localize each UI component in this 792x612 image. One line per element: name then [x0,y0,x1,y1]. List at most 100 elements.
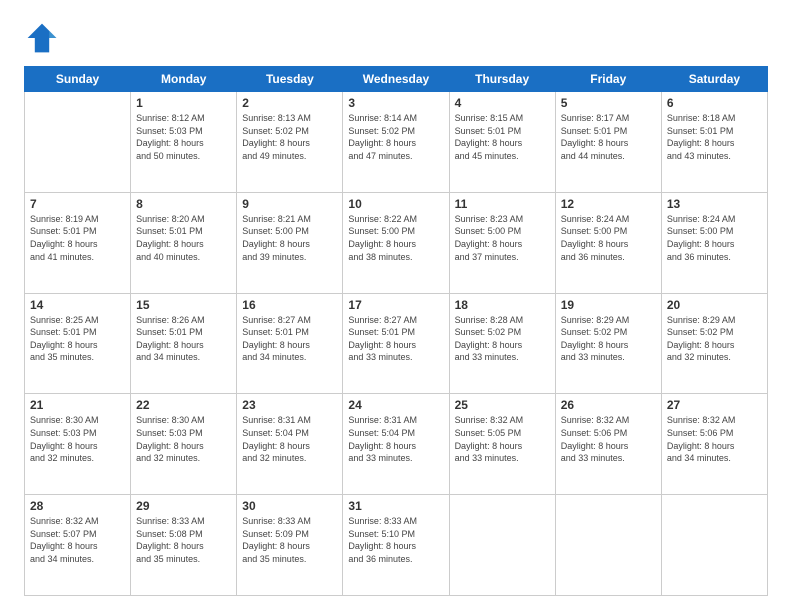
weekday-header-wednesday: Wednesday [343,67,449,92]
day-cell-5: 5 Sunrise: 8:17 AM Sunset: 5:01 PM Daylig… [555,92,661,193]
week-row-3: 14 Sunrise: 8:25 AM Sunset: 5:01 PM Dayli… [25,293,768,394]
day-info: Sunrise: 8:24 AM Sunset: 5:00 PM Dayligh… [561,213,656,263]
weekday-header-thursday: Thursday [449,67,555,92]
day-info: Sunrise: 8:32 AM Sunset: 5:05 PM Dayligh… [455,414,550,464]
day-info: Sunrise: 8:21 AM Sunset: 5:00 PM Dayligh… [242,213,337,263]
day-info: Sunrise: 8:17 AM Sunset: 5:01 PM Dayligh… [561,112,656,162]
day-cell-26: 26 Sunrise: 8:32 AM Sunset: 5:06 PM Dayli… [555,394,661,495]
day-number: 27 [667,398,762,412]
day-info: Sunrise: 8:13 AM Sunset: 5:02 PM Dayligh… [242,112,337,162]
day-number: 21 [30,398,125,412]
day-cell-8: 8Sunrise: 8:20 AM Sunset: 5:01 PM Daylig… [131,192,237,293]
day-number: 24 [348,398,443,412]
day-number: 2 [242,96,337,110]
day-info: Sunrise: 8:33 AM Sunset: 5:08 PM Dayligh… [136,515,231,565]
day-number: 26 [561,398,656,412]
day-info: Sunrise: 8:31 AM Sunset: 5:04 PM Dayligh… [242,414,337,464]
day-info: Sunrise: 8:26 AM Sunset: 5:01 PM Dayligh… [136,314,231,364]
day-cell-20: 20 Sunrise: 8:29 AM Sunset: 5:02 PM Dayli… [661,293,767,394]
day-info: Sunrise: 8:24 AM Sunset: 5:00 PM Dayligh… [667,213,762,263]
day-cell-24: 24 Sunrise: 8:31 AM Sunset: 5:04 PM Dayli… [343,394,449,495]
day-cell-7: 7Sunrise: 8:19 AM Sunset: 5:01 PM Daylig… [25,192,131,293]
header [24,20,768,56]
day-cell-30: 30Sunrise: 8:33 AM Sunset: 5:09 PM Dayli… [237,495,343,596]
week-row-4: 21 Sunrise: 8:30 AM Sunset: 5:03 PM Dayli… [25,394,768,495]
day-number: 11 [455,197,550,211]
day-number: 14 [30,298,125,312]
day-number: 3 [348,96,443,110]
day-info: Sunrise: 8:33 AM Sunset: 5:09 PM Dayligh… [242,515,337,565]
day-number: 8 [136,197,231,211]
day-number: 17 [348,298,443,312]
day-info: Sunrise: 8:18 AM Sunset: 5:01 PM Dayligh… [667,112,762,162]
day-number: 15 [136,298,231,312]
logo [24,20,66,56]
day-number: 6 [667,96,762,110]
day-info: Sunrise: 8:32 AM Sunset: 5:06 PM Dayligh… [561,414,656,464]
day-number: 20 [667,298,762,312]
day-cell-12: 12 Sunrise: 8:24 AM Sunset: 5:00 PM Dayli… [555,192,661,293]
day-cell-3: 3 Sunrise: 8:14 AM Sunset: 5:02 PM Daylig… [343,92,449,193]
day-number: 16 [242,298,337,312]
day-cell-10: 10 Sunrise: 8:22 AM Sunset: 5:00 PM Dayli… [343,192,449,293]
day-info: Sunrise: 8:14 AM Sunset: 5:02 PM Dayligh… [348,112,443,162]
day-cell-18: 18Sunrise: 8:28 AM Sunset: 5:02 PM Dayli… [449,293,555,394]
day-cell-15: 15 Sunrise: 8:26 AM Sunset: 5:01 PM Dayli… [131,293,237,394]
day-number: 10 [348,197,443,211]
day-cell-9: 9 Sunrise: 8:21 AM Sunset: 5:00 PM Daylig… [237,192,343,293]
day-number: 9 [242,197,337,211]
day-info: Sunrise: 8:30 AM Sunset: 5:03 PM Dayligh… [30,414,125,464]
week-row-5: 28 Sunrise: 8:32 AM Sunset: 5:07 PM Dayli… [25,495,768,596]
day-number: 19 [561,298,656,312]
day-cell-25: 25 Sunrise: 8:32 AM Sunset: 5:05 PM Dayli… [449,394,555,495]
empty-cell [449,495,555,596]
weekday-header-row: SundayMondayTuesdayWednesdayThursdayFrid… [25,67,768,92]
day-number: 23 [242,398,337,412]
day-info: Sunrise: 8:32 AM Sunset: 5:06 PM Dayligh… [667,414,762,464]
day-number: 12 [561,197,656,211]
empty-cell [555,495,661,596]
day-cell-22: 22 Sunrise: 8:30 AM Sunset: 5:03 PM Dayli… [131,394,237,495]
day-info: Sunrise: 8:25 AM Sunset: 5:01 PM Dayligh… [30,314,125,364]
day-cell-17: 17 Sunrise: 8:27 AM Sunset: 5:01 PM Dayli… [343,293,449,394]
empty-cell [25,92,131,193]
weekday-header-monday: Monday [131,67,237,92]
day-cell-2: 2 Sunrise: 8:13 AM Sunset: 5:02 PM Daylig… [237,92,343,193]
day-info: Sunrise: 8:29 AM Sunset: 5:02 PM Dayligh… [561,314,656,364]
weekday-header-saturday: Saturday [661,67,767,92]
day-cell-31: 31Sunrise: 8:33 AM Sunset: 5:10 PM Dayli… [343,495,449,596]
day-number: 29 [136,499,231,513]
day-cell-4: 4 Sunrise: 8:15 AM Sunset: 5:01 PM Daylig… [449,92,555,193]
day-info: Sunrise: 8:31 AM Sunset: 5:04 PM Dayligh… [348,414,443,464]
day-info: Sunrise: 8:27 AM Sunset: 5:01 PM Dayligh… [242,314,337,364]
page: SundayMondayTuesdayWednesdayThursdayFrid… [0,0,792,612]
day-info: Sunrise: 8:27 AM Sunset: 5:01 PM Dayligh… [348,314,443,364]
day-cell-23: 23 Sunrise: 8:31 AM Sunset: 5:04 PM Dayli… [237,394,343,495]
empty-cell [661,495,767,596]
day-cell-1: 1Sunrise: 8:12 AM Sunset: 5:03 PM Daylig… [131,92,237,193]
day-info: Sunrise: 8:32 AM Sunset: 5:07 PM Dayligh… [30,515,125,565]
day-info: Sunrise: 8:22 AM Sunset: 5:00 PM Dayligh… [348,213,443,263]
day-number: 13 [667,197,762,211]
day-number: 22 [136,398,231,412]
day-number: 18 [455,298,550,312]
day-number: 25 [455,398,550,412]
day-cell-28: 28 Sunrise: 8:32 AM Sunset: 5:07 PM Dayli… [25,495,131,596]
day-number: 28 [30,499,125,513]
day-number: 4 [455,96,550,110]
day-cell-13: 13 Sunrise: 8:24 AM Sunset: 5:00 PM Dayli… [661,192,767,293]
weekday-header-tuesday: Tuesday [237,67,343,92]
day-info: Sunrise: 8:23 AM Sunset: 5:00 PM Dayligh… [455,213,550,263]
day-cell-19: 19 Sunrise: 8:29 AM Sunset: 5:02 PM Dayli… [555,293,661,394]
day-number: 31 [348,499,443,513]
day-cell-6: 6 Sunrise: 8:18 AM Sunset: 5:01 PM Daylig… [661,92,767,193]
day-number: 5 [561,96,656,110]
day-number: 1 [136,96,231,110]
weekday-header-friday: Friday [555,67,661,92]
day-info: Sunrise: 8:15 AM Sunset: 5:01 PM Dayligh… [455,112,550,162]
weekday-header-sunday: Sunday [25,67,131,92]
day-cell-29: 29 Sunrise: 8:33 AM Sunset: 5:08 PM Dayli… [131,495,237,596]
day-info: Sunrise: 8:30 AM Sunset: 5:03 PM Dayligh… [136,414,231,464]
day-cell-16: 16 Sunrise: 8:27 AM Sunset: 5:01 PM Dayli… [237,293,343,394]
day-info: Sunrise: 8:29 AM Sunset: 5:02 PM Dayligh… [667,314,762,364]
